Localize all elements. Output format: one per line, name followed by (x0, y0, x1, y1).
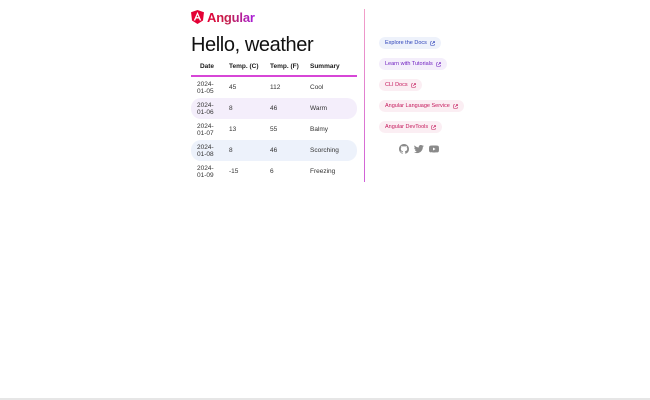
devtools-link[interactable]: Angular DevTools (379, 121, 443, 133)
cell-date: 2024-01-05 (197, 80, 214, 95)
cell-date: 2024-01-09 (197, 164, 214, 179)
angular-shield-icon (191, 10, 204, 24)
column-header-temp-f: Temp. (F) (264, 58, 304, 77)
brand-name: Angular (207, 9, 255, 25)
page-title: Hello, weather (191, 34, 314, 56)
cell-date: 2024-01-06 (191, 98, 223, 119)
external-link-icon (436, 61, 441, 67)
social-links (399, 144, 439, 154)
table-row: 2024-01-09 -15 6 Freezing (191, 161, 357, 182)
learn-tutorials-link[interactable]: Learn with Tutorials (379, 58, 447, 70)
cell-summary: Warm (304, 98, 357, 119)
cell-summary: Cool (310, 84, 324, 91)
youtube-icon[interactable] (429, 144, 439, 154)
cell-date: 2024-01-08 (191, 140, 223, 161)
github-icon[interactable] (399, 144, 409, 154)
cell-temp-f: 6 (270, 168, 274, 175)
external-link-icon (430, 40, 435, 46)
external-link-icon (411, 82, 416, 88)
cell-temp-c: -15 (229, 168, 239, 175)
weather-table: Date Temp. (C) Temp. (F) Summary 2024-01… (191, 58, 357, 182)
cell-temp-f: 46 (264, 98, 304, 119)
column-header-summary: Summary (304, 58, 357, 77)
vertical-divider (364, 9, 365, 182)
angular-logo[interactable]: Angular (191, 9, 255, 25)
pill-label: Angular Language Service (385, 103, 450, 109)
cell-temp-f: 55 (270, 126, 278, 133)
cell-temp-c: 8 (223, 98, 264, 119)
cell-temp-c: 45 (229, 84, 237, 91)
cell-temp-f: 46 (264, 140, 304, 161)
cell-summary: Scorching (304, 140, 357, 161)
table-header-row: Date Temp. (C) Temp. (F) Summary (191, 58, 357, 77)
cli-docs-link[interactable]: CLI Docs (379, 79, 422, 91)
table-row: 2024-01-07 13 55 Balmy (191, 119, 357, 140)
resource-links: Explore the Docs Learn with Tutorials CL… (379, 37, 464, 142)
table-row: 2024-01-05 45 112 Cool (191, 76, 357, 98)
external-link-icon (453, 103, 458, 109)
column-header-temp-c: Temp. (C) (223, 58, 264, 77)
explore-docs-link[interactable]: Explore the Docs (379, 37, 441, 49)
cell-temp-c: 13 (229, 126, 237, 133)
cell-date: 2024-01-07 (197, 122, 214, 137)
pill-label: Explore the Docs (385, 40, 427, 46)
external-link-icon (431, 124, 436, 130)
cell-summary: Freezing (310, 168, 336, 175)
pill-label: Learn with Tutorials (385, 61, 433, 67)
table-row: 2024-01-08 8 46 Scorching (191, 140, 357, 161)
pill-label: CLI Docs (385, 82, 408, 88)
cell-temp-c: 8 (223, 140, 264, 161)
cell-temp-f: 112 (270, 84, 281, 91)
cell-summary: Balmy (310, 126, 329, 133)
twitter-icon[interactable] (414, 144, 424, 154)
table-row: 2024-01-06 8 46 Warm (191, 98, 357, 119)
pill-label: Angular DevTools (385, 124, 429, 130)
language-service-link[interactable]: Angular Language Service (379, 100, 464, 112)
column-header-date: Date (191, 58, 223, 77)
